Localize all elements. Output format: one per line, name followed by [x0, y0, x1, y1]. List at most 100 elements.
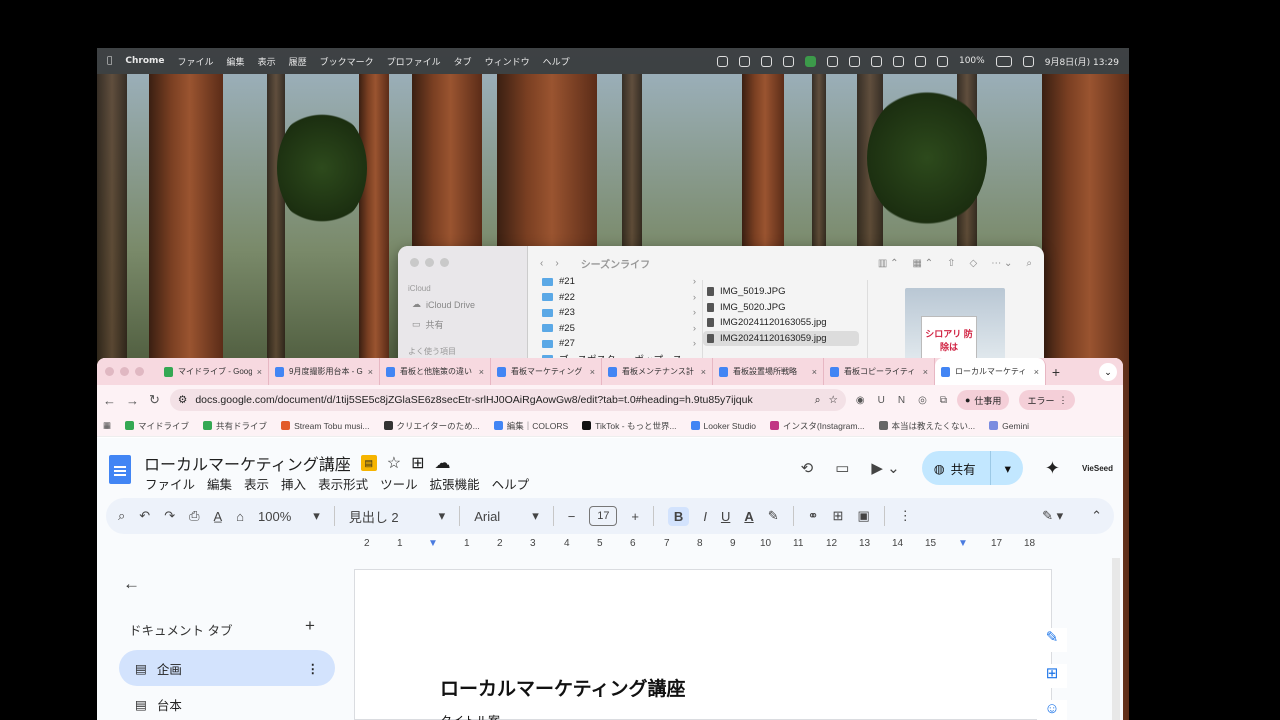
status-icon[interactable]	[892, 55, 904, 67]
print-icon[interactable]: ⎙	[189, 508, 199, 524]
ai-write-icon[interactable]: ✎	[1037, 628, 1067, 652]
folder-row[interactable]: #25 ›	[538, 321, 702, 337]
file-row[interactable]: IMG20241120163055.jpg	[703, 315, 867, 331]
notion-icon[interactable]: N	[898, 395, 905, 406]
close-tab-icon[interactable]: ×	[479, 367, 484, 377]
search-icon[interactable]: ⌕	[1026, 258, 1032, 269]
move-folder-icon[interactable]: ⊞	[411, 453, 424, 473]
doc-tab-active[interactable]: ▤ 企画 ⋮	[119, 650, 335, 686]
puzzle-icon[interactable]: ⧉	[940, 395, 947, 406]
cloud-saved-icon[interactable]: ☁	[434, 453, 450, 473]
close-tab-icon[interactable]: ×	[701, 367, 706, 377]
menu-help[interactable]: ヘルプ	[492, 474, 530, 493]
folder-row[interactable]: #27 ›	[538, 336, 702, 352]
menu-format[interactable]: 表示形式	[318, 474, 368, 493]
indent-marker[interactable]: ▼	[428, 538, 438, 549]
minimize-button[interactable]	[120, 367, 129, 376]
sidebar-item-shared[interactable]: ▭ 共有	[412, 318, 444, 331]
browser-tab[interactable]: マイドライブ - Googl ×	[158, 358, 269, 385]
view-columns-icon[interactable]: ▥ ⌃	[878, 258, 899, 269]
menubar-item[interactable]: 編集	[227, 55, 245, 68]
font-select[interactable]: Arial ▾	[474, 508, 539, 524]
back-icon[interactable]: ←	[103, 393, 116, 408]
paint-format-icon[interactable]: ⌂	[236, 509, 244, 524]
more-icon[interactable]: ⋯ ⌄	[991, 258, 1012, 269]
status-icon[interactable]	[716, 55, 728, 67]
doc-heading[interactable]: ローカルマーケティング講座	[440, 674, 685, 701]
bookmark-item[interactable]: Looker Studio	[690, 421, 756, 431]
menubar-item[interactable]: ファイル	[178, 55, 214, 68]
close-tab-icon[interactable]: ×	[590, 367, 595, 377]
underline-button[interactable]: U	[721, 509, 730, 524]
add-tab-icon[interactable]: +	[305, 616, 315, 636]
bookmark-item[interactable]: クリエイターのため...	[383, 420, 480, 432]
group-icon[interactable]: ▦ ⌃	[913, 258, 934, 269]
status-icon[interactable]	[870, 55, 882, 67]
emoji-icon[interactable]: ☺	[1037, 700, 1067, 720]
gemini-icon[interactable]: ✦	[1045, 458, 1060, 479]
folder-row[interactable]: #22 ›	[538, 290, 702, 306]
battery-icon[interactable]	[995, 55, 1012, 67]
close-button[interactable]	[105, 367, 114, 376]
menubar-item[interactable]: 履歴	[289, 55, 307, 68]
bookmark-item[interactable]: TikTok - もっと世界...	[582, 420, 677, 432]
status-icon[interactable]	[914, 55, 926, 67]
menubar-item[interactable]: タブ	[454, 55, 472, 68]
kebab-icon[interactable]: ⋮	[307, 661, 320, 676]
bookmark-item[interactable]: Gemini	[989, 421, 1029, 431]
browser-tab[interactable]: 看板マーケティング ×	[491, 358, 602, 385]
file-row[interactable]: IMG_5019.JPG	[703, 284, 867, 300]
back-icon[interactable]: ‹	[540, 258, 543, 269]
search-menus-icon[interactable]: ⌕	[118, 508, 125, 524]
add-comment-icon[interactable]: ⊞	[833, 508, 844, 524]
error-button[interactable]: エラー ⋮	[1019, 390, 1076, 410]
comments-icon[interactable]: ▭	[835, 459, 849, 477]
folder-row[interactable]: #21 ›	[538, 274, 702, 290]
file-row[interactable]: IMG_5020.JPG	[703, 300, 867, 316]
add-comment-icon[interactable]: ⊞	[1037, 664, 1067, 688]
extension-icon[interactable]: U	[878, 395, 885, 406]
history-icon[interactable]: ⟲	[801, 459, 814, 477]
highlight-icon[interactable]: ✎	[768, 508, 779, 524]
close-tab-icon[interactable]: ×	[257, 367, 262, 377]
forward-icon[interactable]: ›	[555, 258, 558, 269]
gemini-badge-icon[interactable]: ▤	[360, 455, 377, 471]
bold-button[interactable]: B	[667, 506, 690, 526]
sidebar-item-icloud-drive[interactable]: ☁ iCloud Drive	[412, 299, 475, 310]
browser-tab[interactable]: 看板メンテナンス計 ×	[602, 358, 713, 385]
link-icon[interactable]: ⚭	[808, 508, 819, 524]
new-tab-button[interactable]: +	[1046, 364, 1066, 380]
close-button[interactable]	[410, 258, 419, 267]
zoom-select[interactable]: 100% ▾	[258, 508, 320, 524]
font-size-input[interactable]: 17	[589, 506, 618, 526]
increase-font-icon[interactable]: +	[631, 509, 639, 524]
redo-icon[interactable]: ↷	[164, 508, 175, 524]
style-select[interactable]: 見出し 2 ▾	[349, 507, 445, 526]
menubar-item[interactable]: ウィンドウ	[485, 55, 530, 68]
italic-button[interactable]: I	[703, 509, 707, 524]
menu-tools[interactable]: ツール	[380, 474, 418, 493]
back-arrow-icon[interactable]: ←	[123, 574, 140, 594]
zoom-button[interactable]	[440, 258, 449, 267]
zoom-icon[interactable]: ⌕	[815, 394, 821, 407]
folder-row[interactable]: #23 ›	[538, 305, 702, 321]
status-icon[interactable]	[738, 55, 750, 67]
extension-icon[interactable]: ◉	[856, 395, 865, 406]
bookmark-star-icon[interactable]: ☆	[828, 394, 837, 406]
close-tab-icon[interactable]: ×	[923, 367, 928, 377]
browser-tab[interactable]: 看板コピーライティ ×	[824, 358, 935, 385]
control-center-icon[interactable]	[1022, 55, 1034, 67]
share-button[interactable]: ◍ 共有 ▾	[921, 451, 1023, 485]
profile-button[interactable]: ● 仕事用	[956, 390, 1010, 410]
bookmark-item[interactable]: 編集｜COLORS	[493, 420, 568, 432]
clock[interactable]: 9月8日(月) 13:29	[1045, 55, 1119, 68]
image-icon[interactable]: ▣	[857, 508, 869, 524]
menubar-item[interactable]: ブックマーク	[320, 55, 374, 68]
menu-insert[interactable]: 挿入	[281, 474, 306, 493]
menubar-item[interactable]: ヘルプ	[543, 55, 570, 68]
bookmark-item[interactable]: Stream Tobu musi...	[281, 421, 370, 431]
close-tab-icon[interactable]: ×	[812, 367, 817, 377]
more-options-icon[interactable]: ⋮	[899, 508, 912, 524]
camera-icon[interactable]: ◎	[918, 395, 927, 406]
close-tab-icon[interactable]: ×	[1034, 367, 1039, 377]
